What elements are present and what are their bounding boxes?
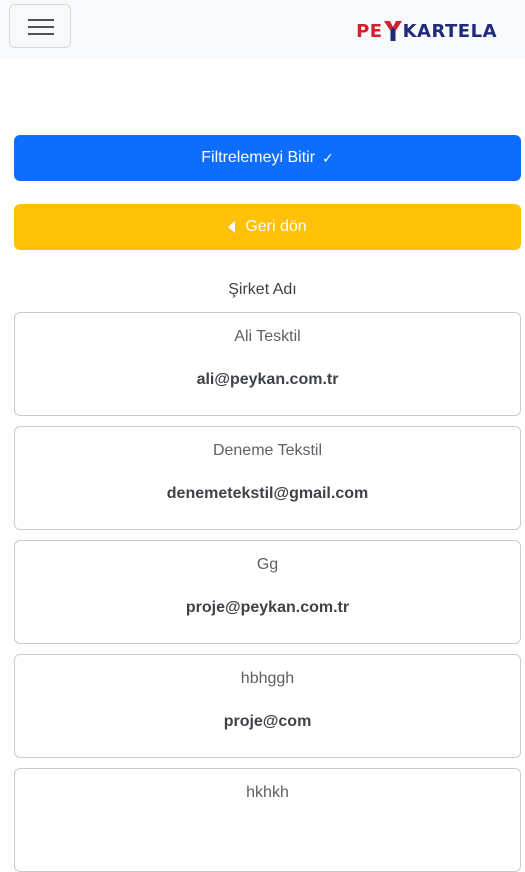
hamburger-menu-icon-line	[28, 33, 54, 35]
hamburger-menu-icon	[28, 19, 54, 21]
logo-y-icon	[383, 21, 402, 41]
logo-suffix: KARTELA	[402, 20, 497, 42]
hamburger-menu-icon-line	[28, 26, 54, 28]
back-button[interactable]: Geri dön	[14, 204, 521, 250]
top-navbar: PE KARTELA	[0, 0, 525, 58]
company-card[interactable]: hkhkh	[14, 768, 521, 872]
caret-left-icon	[228, 221, 236, 233]
menu-toggle-button[interactable]	[9, 4, 71, 48]
finish-filter-button[interactable]: Filtrelemeyi Bitir ✓	[14, 135, 521, 181]
logo-prefix: PE	[356, 20, 383, 42]
company-name: hbhggh	[240, 670, 295, 687]
company-name: Deneme Tekstil	[212, 442, 323, 459]
company-email: ali@peykan.com.tr	[196, 371, 339, 388]
company-card[interactable]: Deneme Tekstil denemetekstil@gmail.com	[14, 426, 521, 530]
company-card[interactable]: Gg proje@peykan.com.tr	[14, 540, 521, 644]
company-card[interactable]: hbhggh proje@com	[14, 654, 521, 758]
company-name-column-label: Şirket Adı	[228, 281, 297, 298]
finish-filter-label: Filtrelemeyi Bitir	[201, 149, 316, 166]
brand-logo[interactable]: PE KARTELA	[356, 20, 497, 42]
company-email: denemetekstil@gmail.com	[166, 485, 369, 502]
company-name: Ali Tesktil	[234, 328, 301, 345]
company-name: Gg	[256, 556, 279, 573]
check-icon: ✓	[322, 149, 334, 166]
company-email: proje@peykan.com.tr	[185, 599, 350, 616]
company-card[interactable]: Ali Tesktil ali@peykan.com.tr	[14, 312, 521, 416]
back-label: Geri dön	[245, 218, 307, 235]
company-name: hkhkh	[246, 784, 289, 801]
company-email: proje@com	[223, 713, 312, 730]
